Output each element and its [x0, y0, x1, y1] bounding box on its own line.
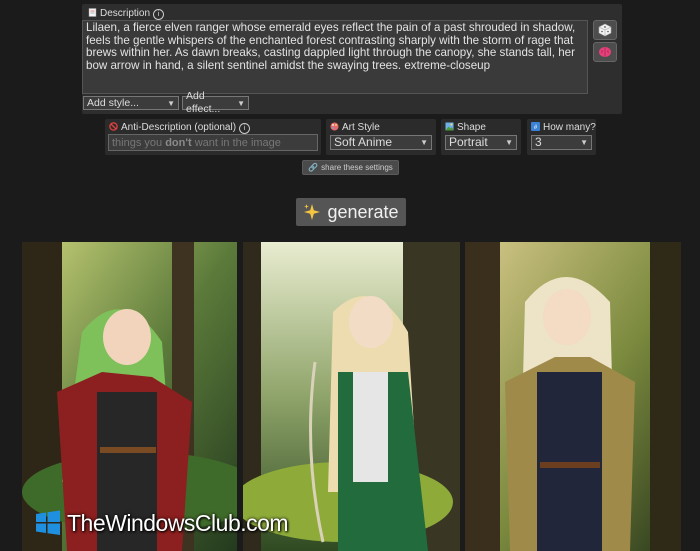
windows-logo-icon [36, 510, 60, 535]
art-style-panel: Art Style Soft Anime ▼ [326, 119, 436, 155]
info-icon[interactable]: i [153, 9, 165, 20]
count-select[interactable]: 3 ▼ [531, 135, 592, 150]
palette-icon [330, 122, 339, 131]
link-icon: 🔗 [308, 163, 319, 172]
add-style-select[interactable]: Add style... ▼ [83, 96, 179, 110]
dice-icon [598, 23, 612, 37]
description-textarea[interactable]: Lilaen, a fierce elven ranger whose emer… [82, 20, 588, 94]
numbers-icon: # [531, 122, 540, 131]
description-panel: Description i Lilaen, a fierce elven rang… [82, 4, 622, 115]
anti-description-input[interactable]: things you don't want in the image [108, 134, 318, 151]
info-icon[interactable]: i [239, 123, 251, 134]
shape-select[interactable]: Portrait ▼ [445, 135, 517, 150]
prohibited-icon [109, 122, 118, 131]
chevron-down-icon: ▼ [237, 98, 245, 108]
document-icon [88, 8, 97, 17]
count-label: # How many? [531, 122, 596, 133]
count-panel: # How many? 3 ▼ [527, 119, 596, 155]
shape-label: Shape [445, 122, 486, 133]
share-settings-button[interactable]: 🔗 share these settings [302, 160, 399, 175]
description-label: Description i [88, 8, 165, 20]
add-effect-select[interactable]: Add effect... ▼ [182, 90, 249, 115]
random-prompt-button[interactable] [593, 20, 617, 40]
chevron-down-icon: ▼ [167, 98, 175, 108]
generated-image-1[interactable] [22, 242, 237, 551]
brain-icon [599, 47, 611, 57]
chevron-down-icon: ▼ [580, 138, 588, 147]
sparkles-icon [304, 204, 321, 220]
generated-image-2[interactable] [243, 242, 460, 551]
watermark: TheWindowsClub.com [35, 508, 289, 538]
image-icon [445, 122, 454, 131]
anti-description-panel: Anti-Description (optional) i things you … [105, 119, 321, 155]
enhance-prompt-button[interactable] [593, 42, 617, 62]
art-style-select[interactable]: Soft Anime ▼ [330, 135, 432, 150]
art-style-label: Art Style [330, 122, 380, 133]
anti-description-label: Anti-Description (optional) i [109, 122, 251, 134]
generated-image-3[interactable] [465, 242, 681, 551]
chevron-down-icon: ▼ [420, 138, 428, 147]
chevron-down-icon: ▼ [505, 138, 513, 147]
shape-panel: Shape Portrait ▼ [441, 119, 521, 155]
generate-button[interactable]: generate [296, 198, 406, 226]
